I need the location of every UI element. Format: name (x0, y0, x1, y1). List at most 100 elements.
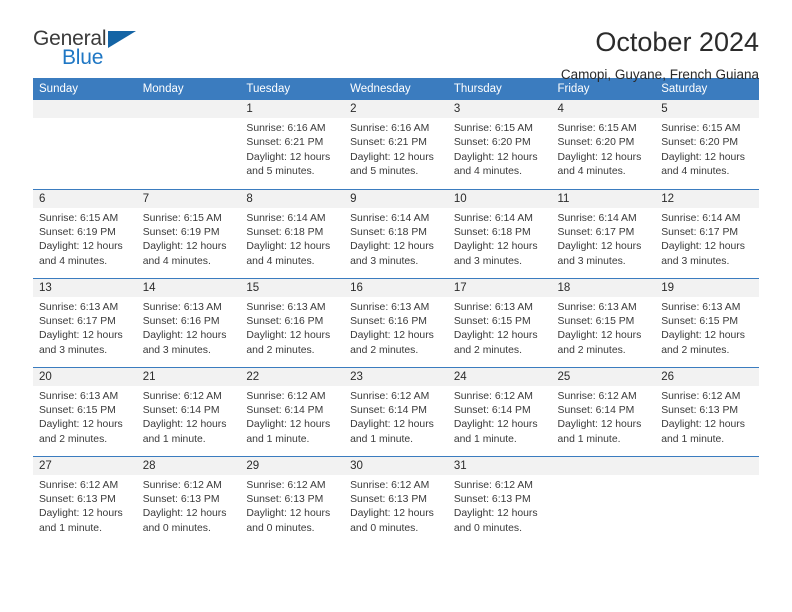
day-sun-info: Sunrise: 6:12 AM Sunset: 6:13 PM Daylight:… (344, 475, 448, 537)
day-number: 9 (344, 189, 448, 208)
info-daylight-line1: Daylight: 12 hours (350, 419, 434, 431)
day-sun-info: Sunrise: 6:12 AM Sunset: 6:13 PM Daylight:… (33, 475, 137, 537)
calendar-day-cell[interactable]: 7 Sunrise: 6:15 AM Sunset: 6:19 PM Daylight… (136, 188, 241, 278)
info-sunrise: Sunrise: 6:13 AM (661, 301, 741, 313)
info-sunset: Sunset: 6:19 PM (39, 226, 116, 238)
calendar-day-cell[interactable]: 31 Sunrise: 6:12 AM Sunset: 6:13 PM Dayligh… (447, 455, 552, 545)
day-number: 22 (240, 367, 345, 386)
info-sunset: Sunset: 6:14 PM (350, 404, 427, 416)
page-title: October 2024 (595, 27, 759, 57)
info-daylight-line1: Daylight: 12 hours (142, 508, 227, 520)
info-sunrise: Sunrise: 6:16 AM (350, 123, 430, 134)
calendar-day-cell[interactable]: 2 Sunrise: 6:16 AM Sunset: 6:21 PM Daylight… (344, 100, 448, 189)
info-daylight-line1: Daylight: 12 hours (246, 419, 331, 431)
info-daylight-line2: and 0 minutes. (350, 522, 419, 534)
calendar-day-cell[interactable]: 14 Sunrise: 6:13 AM Sunset: 6:16 PM Dayligh… (136, 277, 241, 367)
info-sunset: Sunset: 6:20 PM (557, 137, 635, 149)
calendar-day-cell[interactable]: 23 Sunrise: 6:12 AM Sunset: 6:14 PM Dayligh… (344, 366, 448, 456)
day-sun-info: Sunrise: 6:14 AM Sunset: 6:18 PM Daylight:… (448, 208, 552, 270)
calendar-day-cell[interactable]: 13 Sunrise: 6:13 AM Sunset: 6:17 PM Dayligh… (33, 277, 137, 367)
calendar-day-cell[interactable]: 10 Sunrise: 6:14 AM Sunset: 6:18 PM Dayligh… (447, 188, 552, 278)
calendar-day-cell[interactable]: 30 Sunrise: 6:12 AM Sunset: 6:13 PM Dayligh… (344, 455, 448, 545)
day-sun-info: Sunrise: 6:14 AM Sunset: 6:18 PM Daylight:… (240, 208, 344, 270)
calendar-day-cell[interactable]: 24 Sunrise: 6:12 AM Sunset: 6:14 PM Dayligh… (447, 366, 552, 456)
calendar-day-cell[interactable]: 6 Sunrise: 6:15 AM Sunset: 6:19 PM Daylight… (33, 188, 137, 278)
day-number: 3 (447, 100, 552, 118)
calendar-day-cell[interactable]: 9 Sunrise: 6:14 AM Sunset: 6:18 PM Daylight… (344, 188, 448, 278)
calendar-table: Sunday Monday Tuesday Wednesday Thursday… (33, 78, 759, 545)
info-daylight-line2: and 0 minutes. (142, 522, 211, 534)
info-sunrise: Sunrise: 6:15 AM (453, 123, 533, 134)
day-sun-info: Sunrise: 6:15 AM Sunset: 6:20 PM Daylight:… (448, 118, 552, 180)
info-sunrise: Sunrise: 6:14 AM (661, 212, 741, 224)
info-daylight-line1: Daylight: 12 hours (661, 419, 745, 431)
calendar-day-cell[interactable]: 22 Sunrise: 6:12 AM Sunset: 6:14 PM Dayligh… (240, 366, 345, 456)
day-sun-info: Sunrise: 6:12 AM Sunset: 6:13 PM Daylight:… (655, 386, 759, 448)
info-daylight-line1: Daylight: 12 hours (557, 419, 642, 431)
calendar-day-cell[interactable]: 15 Sunrise: 6:13 AM Sunset: 6:16 PM Dayligh… (240, 277, 345, 367)
calendar-day-cell[interactable]: 19 Sunrise: 6:13 AM Sunset: 6:15 PM Dayligh… (655, 277, 759, 367)
info-sunrise: Sunrise: 6:12 AM (350, 390, 430, 402)
calendar-day-cell[interactable]: 29 Sunrise: 6:12 AM Sunset: 6:13 PM Dayligh… (240, 455, 345, 545)
calendar-day-cell[interactable]: 11 Sunrise: 6:14 AM Sunset: 6:17 PM Dayligh… (551, 188, 656, 278)
day-sun-info: Sunrise: 6:15 AM Sunset: 6:20 PM Daylight:… (552, 118, 656, 180)
calendar-day-cell[interactable]: 16 Sunrise: 6:13 AM Sunset: 6:16 PM Dayligh… (344, 277, 448, 367)
calendar-day-cell[interactable]: 4 Sunrise: 6:15 AM Sunset: 6:20 PM Daylight… (551, 100, 656, 189)
calendar-day-cell[interactable]: 3 Sunrise: 6:15 AM Sunset: 6:20 PM Daylight… (447, 100, 552, 189)
info-daylight-line2: and 4 minutes. (142, 255, 211, 267)
general-blue-logo[interactable]: General Blue (33, 28, 153, 74)
calendar-body: 1 Sunrise: 6:16 AM Sunset: 6:21 PM Daylight… (33, 100, 759, 545)
calendar-week-row: 1 Sunrise: 6:16 AM Sunset: 6:21 PM Daylight… (33, 100, 759, 189)
day-number: 18 (551, 278, 656, 297)
day-number: 8 (240, 189, 345, 208)
day-number: 23 (344, 367, 448, 386)
info-sunrise: Sunrise: 6:12 AM (142, 479, 222, 491)
info-daylight-line2: and 0 minutes. (453, 522, 522, 534)
info-daylight-line1: Daylight: 12 hours (453, 241, 538, 253)
info-sunset: Sunset: 6:14 PM (453, 404, 531, 416)
calendar-day-cell[interactable]: 1 Sunrise: 6:16 AM Sunset: 6:21 PM Daylight… (240, 100, 345, 189)
calendar-day-cell[interactable]: 27 Sunrise: 6:12 AM Sunset: 6:13 PM Dayligh… (33, 455, 137, 545)
calendar-day-cell[interactable]: 5 Sunrise: 6:15 AM Sunset: 6:20 PM Daylight… (655, 100, 759, 189)
info-daylight-line2: and 2 minutes. (39, 433, 108, 445)
info-sunset: Sunset: 6:13 PM (39, 493, 116, 505)
info-daylight-line2: and 1 minute. (39, 522, 102, 534)
info-daylight-line1: Daylight: 12 hours (142, 330, 227, 342)
info-daylight-line1: Daylight: 12 hours (39, 419, 123, 431)
info-sunrise: Sunrise: 6:12 AM (350, 479, 430, 491)
day-number (33, 100, 137, 118)
info-sunset: Sunset: 6:13 PM (661, 404, 739, 416)
day-sun-info: Sunrise: 6:12 AM Sunset: 6:13 PM Daylight:… (448, 475, 552, 537)
info-sunrise: Sunrise: 6:16 AM (246, 123, 326, 134)
calendar-week-row: 6 Sunrise: 6:15 AM Sunset: 6:19 PM Daylight… (33, 188, 759, 278)
day-sun-info: Sunrise: 6:13 AM Sunset: 6:15 PM Daylight:… (552, 297, 656, 359)
calendar-day-cell[interactable]: 18 Sunrise: 6:13 AM Sunset: 6:15 PM Dayligh… (551, 277, 656, 367)
info-sunset: Sunset: 6:21 PM (350, 137, 427, 149)
info-sunrise: Sunrise: 6:12 AM (142, 390, 222, 402)
info-daylight-line1: Daylight: 12 hours (350, 508, 434, 520)
day-sun-info: Sunrise: 6:12 AM Sunset: 6:14 PM Daylight:… (448, 386, 552, 448)
info-daylight-line2: and 1 minute. (557, 433, 621, 445)
info-sunrise: Sunrise: 6:13 AM (557, 301, 637, 313)
calendar-day-cell[interactable]: 28 Sunrise: 6:12 AM Sunset: 6:13 PM Dayligh… (136, 455, 241, 545)
calendar-day-cell[interactable]: 8 Sunrise: 6:14 AM Sunset: 6:18 PM Daylight… (240, 188, 345, 278)
info-sunset: Sunset: 6:20 PM (453, 137, 531, 149)
day-sun-info: Sunrise: 6:12 AM Sunset: 6:13 PM Daylight:… (240, 475, 344, 537)
info-daylight-line1: Daylight: 12 hours (246, 241, 331, 253)
title-block: October 2024 Camopi, Guyane, French Guia… (561, 27, 759, 81)
calendar-day-cell[interactable]: 12 Sunrise: 6:14 AM Sunset: 6:17 PM Dayligh… (655, 188, 759, 278)
calendar-day-cell[interactable]: 20 Sunrise: 6:13 AM Sunset: 6:15 PM Dayligh… (33, 366, 137, 456)
calendar-day-cell[interactable]: 25 Sunrise: 6:12 AM Sunset: 6:14 PM Dayligh… (551, 366, 656, 456)
info-sunset: Sunset: 6:18 PM (246, 226, 324, 238)
calendar-page: General Blue October 2024 Camopi, Guyane… (0, 0, 792, 612)
info-sunset: Sunset: 6:20 PM (661, 137, 739, 149)
info-daylight-line1: Daylight: 12 hours (557, 151, 642, 163)
calendar-cell-empty (136, 100, 241, 189)
info-daylight-line2: and 3 minutes. (142, 344, 211, 356)
info-sunset: Sunset: 6:15 PM (39, 404, 116, 416)
info-sunset: Sunset: 6:14 PM (142, 404, 220, 416)
calendar-day-cell[interactable]: 26 Sunrise: 6:12 AM Sunset: 6:13 PM Dayligh… (655, 366, 759, 456)
info-daylight-line1: Daylight: 12 hours (350, 330, 434, 342)
calendar-day-cell[interactable]: 17 Sunrise: 6:13 AM Sunset: 6:15 PM Dayligh… (447, 277, 552, 367)
calendar-day-cell[interactable]: 21 Sunrise: 6:12 AM Sunset: 6:14 PM Dayligh… (136, 366, 241, 456)
